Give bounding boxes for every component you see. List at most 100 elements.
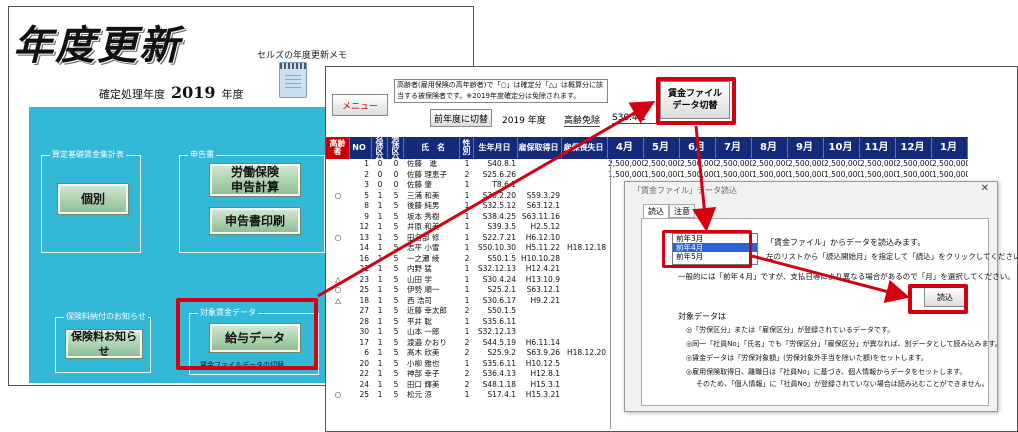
- table-cell: ○: [334, 390, 342, 399]
- table-cell: 5: [364, 190, 369, 200]
- table-cell: 1: [464, 295, 470, 305]
- table-cell: 1: [464, 211, 470, 221]
- table-cell: 渡邉 かおり: [407, 337, 447, 347]
- table-cell: [562, 212, 608, 223]
- table-row[interactable]: 2 0 0 佐藤 理恵子 2 S25.6.26 1,500,000 1,500,000 1,50…: [326, 170, 968, 181]
- table-cell: 13: [359, 232, 369, 242]
- table-cell: 1: [464, 264, 470, 273]
- menu-button[interactable]: メニュー: [332, 94, 388, 116]
- table-cell: H6.12.10: [525, 232, 560, 242]
- table-cell: [326, 212, 350, 223]
- table-cell: 6: [364, 348, 369, 357]
- bullet-item: ◎「労保区分」または「雇保区分」が登録されているデータです。: [686, 326, 895, 334]
- table-cell: [326, 170, 350, 181]
- table-cell: 14: [359, 243, 369, 252]
- table-cell: 1: [464, 232, 470, 242]
- table-cell: [326, 317, 350, 328]
- prev-year-button[interactable]: 前年度に切替: [430, 109, 492, 127]
- table-cell: 5: [393, 327, 399, 336]
- table-cell: 3: [364, 180, 369, 189]
- table-cell: 2: [464, 337, 470, 347]
- tab-caution[interactable]: 注意: [669, 204, 695, 218]
- table-cell: [518, 317, 562, 328]
- table-cell: 0: [377, 169, 383, 179]
- month-cell: 1,500,000: [680, 169, 716, 179]
- screenshot-root: 年度更新 セルズの年度更新メモ 確定処理年度 2019 年度 算定基礎賃金集計表 個…: [0, 0, 1018, 432]
- table-cell: S59.3.29: [526, 190, 560, 200]
- table-cell: S25.2.1: [487, 285, 516, 294]
- table-cell: 21: [359, 264, 369, 273]
- table-cell: S32.5.12: [482, 201, 516, 210]
- notepad-icon[interactable]: [279, 62, 307, 98]
- table-cell: 伊勢 順一: [407, 285, 440, 294]
- table-cell: 5: [393, 358, 399, 368]
- table-cell: [326, 359, 350, 370]
- highlight-read-button: [908, 284, 968, 314]
- table-cell: H2.5.12: [530, 222, 561, 231]
- table-cell: 2: [464, 306, 470, 315]
- table-cell: 内野 猛: [407, 264, 432, 273]
- table-row[interactable]: 1 0 0 佐藤 進 1 S40.8.1 2,500,000 2,500,000 2,500,0…: [326, 159, 968, 170]
- column-header: 生年月日: [474, 137, 518, 159]
- memo-link[interactable]: セルズの年度更新メモ: [257, 48, 347, 61]
- table-cell: 1: [377, 369, 383, 378]
- table-cell: [518, 180, 562, 191]
- table-cell: 5: [393, 222, 399, 231]
- table-cell: 1: [377, 316, 383, 326]
- premium-notice-button[interactable]: 保険料お知らせ: [65, 329, 143, 359]
- table-cell: [562, 254, 608, 265]
- table-cell: [562, 264, 608, 275]
- group-report: 申告書 労働保険 申告計算 申告書印刷: [179, 149, 325, 253]
- table-cell: H13.10.9: [525, 274, 560, 284]
- close-icon[interactable]: ✕: [981, 183, 989, 194]
- column-header: 高齢者: [326, 137, 350, 159]
- table-cell: [326, 264, 350, 275]
- month-header: 7月: [716, 137, 752, 159]
- table-header: 高齢者 NO 労保区分 雇保区分氏 名性別 生年月日 雇保取得日 雇保喪失日 4月 5月 6月 7月…: [326, 132, 968, 164]
- table-cell: H12.4.21: [525, 264, 560, 273]
- table-cell: 1: [377, 390, 383, 399]
- table-cell: 近藤 幸太郎: [407, 306, 447, 315]
- table-cell: [562, 285, 608, 296]
- table-cell: 28: [359, 316, 369, 326]
- insurance-calc-button[interactable]: 労働保険 申告計算: [209, 163, 301, 197]
- month-cell: 2,500,000: [644, 159, 680, 168]
- table-cell: [326, 201, 350, 212]
- table-cell: H10.12.5: [525, 358, 560, 368]
- table-cell: [562, 191, 608, 202]
- table-cell: 三浦 和美: [407, 190, 440, 200]
- table-cell: 5: [393, 379, 399, 389]
- group-title: 申告書: [188, 149, 216, 160]
- table-cell: [518, 159, 562, 170]
- fiscal-year-display: 確定処理年度 2019 年度: [99, 83, 244, 102]
- tab-import[interactable]: 読込: [643, 204, 669, 218]
- elderly-note: 高齢者(雇用保険の高年齢者)で「○」は確定分「△」は概算分に該当する被保険者です…: [394, 79, 608, 103]
- bullet-item: ◎雇用保険取得日、離職日は「社員No」に基づき、個人情報からデータをセットします…: [686, 368, 967, 376]
- report-print-button[interactable]: 申告書印刷: [209, 207, 301, 235]
- table-cell: 小柳 雅也: [407, 358, 440, 368]
- table-cell: △: [335, 274, 341, 284]
- table-cell: 5: [393, 306, 399, 315]
- month-cell: 2,500,000: [680, 159, 716, 168]
- table-cell: 1: [464, 180, 470, 189]
- table-cell: ○: [334, 285, 342, 294]
- table-cell: [562, 369, 608, 380]
- table-cell: 松元 涼: [407, 390, 432, 399]
- column-header: 性別: [460, 137, 474, 159]
- table-cell: 1: [377, 264, 383, 273]
- table-cell: 1: [377, 348, 383, 357]
- month-cell: 2,500,000: [824, 159, 860, 168]
- table-cell: [562, 380, 608, 391]
- highlight-wage-data: [176, 298, 318, 370]
- month-header: 4月: [608, 137, 644, 159]
- month-cell: 1,500,000: [860, 169, 896, 179]
- table-cell: [562, 327, 608, 338]
- table-cell: 27: [359, 306, 369, 315]
- table-cell: [326, 369, 350, 380]
- table-cell: S30.4.24: [482, 274, 516, 284]
- table-cell: 1: [464, 222, 470, 231]
- table-cell: 2: [464, 369, 470, 378]
- table-cell: 24: [359, 379, 369, 389]
- table-cell: 田口 輝美: [407, 379, 440, 389]
- individual-button[interactable]: 個別: [57, 183, 129, 215]
